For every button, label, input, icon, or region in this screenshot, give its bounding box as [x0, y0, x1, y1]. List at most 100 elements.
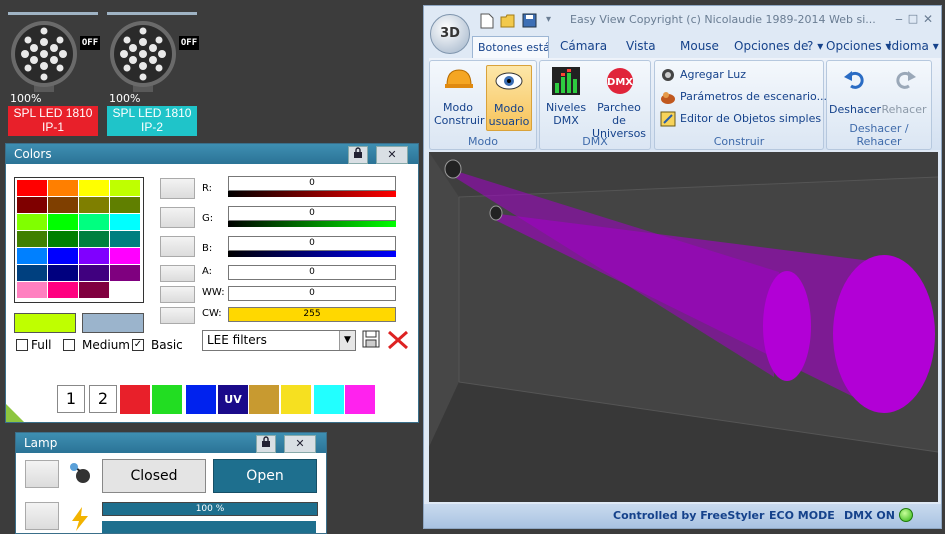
lamp-mode-strip[interactable]	[102, 521, 316, 533]
palette-swatch[interactable]	[110, 282, 140, 298]
red-value[interactable]: 0	[228, 176, 396, 191]
ww-preset-button[interactable]	[160, 286, 195, 303]
tab-botones[interactable]: Botones está	[472, 36, 549, 59]
close-button[interactable]: ✕	[284, 435, 316, 453]
green-slider[interactable]	[228, 221, 396, 227]
amber-preset-button[interactable]	[160, 265, 195, 282]
red-preset-button[interactable]	[160, 178, 195, 199]
parcheo-universos-button[interactable]: DMX Parcheo de Universos	[590, 65, 648, 140]
quick-color-cyan[interactable]	[314, 385, 344, 414]
current-color-swatch[interactable]	[14, 313, 76, 333]
help-menu[interactable]: ? ▾	[807, 39, 823, 53]
palette-swatch[interactable]	[79, 214, 109, 230]
new-file-icon[interactable]	[480, 13, 494, 32]
options-menu[interactable]: Opciones ▾	[826, 39, 891, 53]
editor-objetos-button[interactable]: Editor de Objetos simples	[660, 111, 821, 127]
quick-color-yellow[interactable]	[281, 385, 311, 414]
tab-opciones-de[interactable]: Opciones de	[734, 39, 808, 53]
red-slider[interactable]	[228, 191, 396, 197]
dimmer-bar[interactable]: 100 %	[102, 502, 318, 516]
palette-swatch[interactable]	[48, 197, 78, 213]
palette-swatch[interactable]	[48, 282, 78, 298]
palette-swatch[interactable]	[110, 248, 140, 264]
shutter-preset-button[interactable]	[25, 460, 59, 488]
palette-swatch[interactable]	[79, 282, 109, 298]
palette-swatch[interactable]	[48, 231, 78, 247]
palette-swatch[interactable]	[79, 180, 109, 196]
open-button[interactable]: Open	[213, 459, 317, 493]
full-checkbox[interactable]	[16, 339, 28, 351]
app-logo[interactable]: 3D	[430, 14, 470, 54]
palette-swatch[interactable]	[17, 214, 47, 230]
palette-swatch[interactable]	[17, 231, 47, 247]
minimize-button[interactable]: ‒	[892, 12, 906, 26]
blue-slider[interactable]	[228, 251, 396, 257]
cw-value[interactable]: 255	[228, 307, 396, 322]
palette-swatch[interactable]	[110, 214, 140, 230]
3d-viewport[interactable]	[429, 152, 938, 502]
palette-swatch[interactable]	[17, 180, 47, 196]
palette-swatch[interactable]	[110, 197, 140, 213]
parametros-button[interactable]: Parámetros de escenario...	[660, 89, 827, 105]
close-button[interactable]: ✕	[376, 146, 408, 164]
status-eco-mode[interactable]: ECO MODE	[769, 509, 835, 522]
lock-icon[interactable]	[348, 146, 368, 164]
palette-swatch[interactable]	[79, 197, 109, 213]
tab-vista[interactable]: Vista	[626, 39, 656, 53]
palette-swatch[interactable]	[79, 231, 109, 247]
filter-select[interactable]: LEE filters ▼	[202, 330, 356, 351]
palette-swatch[interactable]	[79, 248, 109, 264]
lamp-preset-button[interactable]	[25, 502, 59, 530]
tab-mouse[interactable]: Mouse	[680, 39, 719, 53]
palette-swatch[interactable]	[17, 248, 47, 264]
rehacer-button[interactable]: Rehacer	[879, 65, 929, 121]
language-menu[interactable]: Idioma ▾	[888, 39, 939, 53]
open-folder-icon[interactable]	[500, 13, 516, 32]
niveles-dmx-button[interactable]: Niveles DMX	[544, 65, 588, 129]
quick-color-blue[interactable]	[186, 385, 216, 414]
close-window-button[interactable]: ✕	[921, 12, 935, 26]
blue-preset-button[interactable]	[160, 236, 195, 257]
delete-icon[interactable]	[387, 330, 409, 353]
previous-color-swatch[interactable]	[82, 313, 144, 333]
save-icon[interactable]	[522, 13, 537, 31]
green-value[interactable]: 0	[228, 206, 396, 221]
palette-swatch[interactable]	[48, 248, 78, 264]
palette-swatch[interactable]	[17, 197, 47, 213]
palette-swatch[interactable]	[110, 265, 140, 281]
basic-checkbox[interactable]: ✓	[132, 339, 144, 351]
fixture-1[interactable]: OFF 100% SPL LED 1810 IP-1	[8, 20, 100, 136]
deshacer-button[interactable]: Deshacer	[829, 65, 881, 121]
green-preset-button[interactable]	[160, 207, 195, 228]
chevron-down-icon[interactable]: ▼	[339, 331, 355, 350]
modo-usuario-button[interactable]: Modo usuario	[486, 65, 532, 131]
palette-swatch[interactable]	[110, 231, 140, 247]
palette-swatch[interactable]	[48, 180, 78, 196]
palette-swatch[interactable]	[79, 265, 109, 281]
cw-preset-button[interactable]	[160, 307, 195, 324]
preset-1-button[interactable]: 1	[57, 385, 85, 413]
status-dmx-on[interactable]: DMX ON	[844, 509, 895, 522]
quick-color-magenta[interactable]	[345, 385, 375, 414]
quick-color-amber[interactable]	[249, 385, 279, 414]
palette-swatch[interactable]	[17, 282, 47, 298]
add-corner-icon[interactable]	[6, 404, 24, 422]
modo-construir-button[interactable]: Modo Construir	[434, 65, 485, 129]
fixture-2[interactable]: OFF 100% SPL LED 1810 IP-2	[107, 20, 199, 136]
save-icon[interactable]	[362, 330, 380, 351]
tab-camara[interactable]: Cámara	[560, 39, 607, 53]
quick-color-red[interactable]	[120, 385, 150, 414]
ww-value[interactable]: 0	[228, 286, 396, 301]
palette-swatch[interactable]	[48, 214, 78, 230]
closed-button[interactable]: Closed	[102, 459, 206, 493]
lock-icon[interactable]	[256, 435, 276, 453]
agregar-luz-button[interactable]: Agregar Luz	[660, 67, 818, 83]
maximize-button[interactable]: □	[906, 12, 920, 25]
palette-swatch[interactable]	[17, 265, 47, 281]
preset-2-button[interactable]: 2	[89, 385, 117, 413]
medium-checkbox[interactable]	[63, 339, 75, 351]
quick-color-green[interactable]	[152, 385, 182, 414]
palette-swatch[interactable]	[48, 265, 78, 281]
blue-value[interactable]: 0	[228, 236, 396, 251]
quick-color-uv[interactable]: UV	[218, 385, 248, 414]
